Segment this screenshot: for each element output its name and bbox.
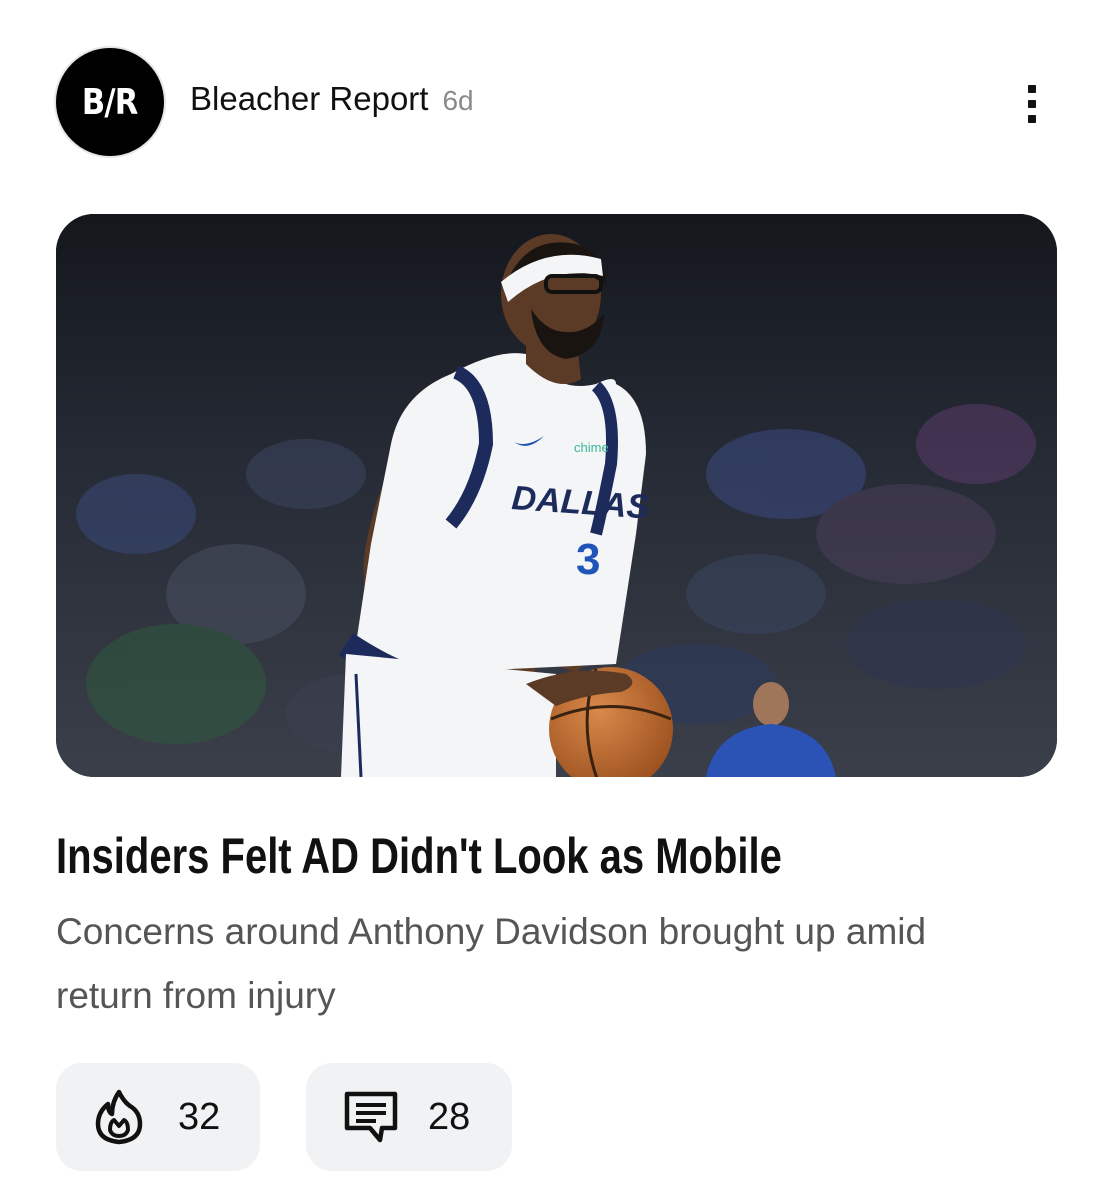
more-vertical-icon-dot <box>1028 100 1036 108</box>
comments-count: 28 <box>428 1096 471 1138</box>
publisher-logo: B/R <box>82 81 138 123</box>
jersey-number: 3 <box>576 535 600 584</box>
article-image[interactable]: DALLAS 3 chime <box>56 214 1057 777</box>
basketball-player-photo: DALLAS 3 chime <box>56 214 1057 777</box>
publisher-name[interactable]: Bleacher Report <box>190 80 428 118</box>
comments-button[interactable]: 28 <box>306 1063 512 1171</box>
fire-icon <box>95 1089 143 1145</box>
post-header: B/R Bleacher Report 6d <box>0 0 1113 200</box>
more-vertical-icon-dot <box>1028 115 1036 123</box>
reactions-button[interactable]: 32 <box>56 1063 260 1171</box>
jersey-sponsor: chime <box>574 440 609 455</box>
comment-icon <box>344 1091 398 1143</box>
article-headline[interactable]: Insiders Felt AD Didn't Look as Mobile <box>56 826 856 886</box>
more-vertical-icon <box>1028 85 1036 93</box>
publisher-info: Bleacher Report 6d <box>190 80 474 124</box>
article-summary: Concerns around Anthony Davidson brought… <box>56 911 927 1016</box>
post-age: 6d <box>442 85 474 116</box>
reactions-count: 32 <box>178 1096 221 1138</box>
publisher-avatar[interactable]: B/R <box>56 48 164 156</box>
more-options-button[interactable] <box>1010 82 1054 126</box>
